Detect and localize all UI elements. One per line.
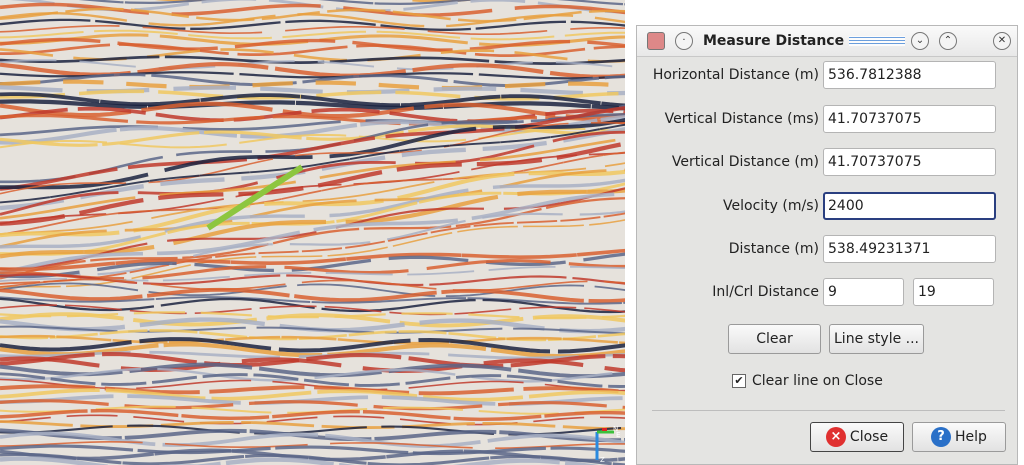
orientation-axes-icon: N E Z bbox=[595, 425, 620, 464]
menu-icon[interactable]: · bbox=[675, 32, 693, 50]
dialog-title: Measure Distance bbox=[703, 33, 845, 49]
close-icon: × bbox=[825, 427, 846, 447]
seismic-section-view[interactable] bbox=[0, 0, 625, 465]
inlcrl-label: Inl/Crl Distance bbox=[712, 284, 819, 300]
title-decoration bbox=[849, 36, 905, 46]
field-row: Horizontal Distance (m) 536.7812388 bbox=[637, 61, 1019, 89]
title-bar[interactable]: · Measure Distance ⌄ ⌃ ✕ bbox=[637, 26, 1017, 57]
distance-m-field[interactable]: 538.49231371 bbox=[823, 235, 996, 263]
measure-distance-dialog: · Measure Distance ⌄ ⌃ ✕ Horizontal Dist… bbox=[636, 25, 1018, 465]
velocity-m-s-field[interactable]: 2400 bbox=[823, 191, 996, 220]
z-label: Z bbox=[600, 456, 605, 464]
close-label: Close bbox=[849, 429, 889, 445]
inlcrl-row: Inl/Crl Distance 9 19 bbox=[637, 278, 1019, 306]
vertical-distance-ms-label: Vertical Distance (ms) bbox=[664, 110, 819, 127]
seismic-reflector bbox=[0, 312, 625, 328]
inl-distance-field[interactable]: 9 bbox=[823, 278, 904, 306]
seismic-reflector bbox=[0, 287, 625, 304]
vertical-distance-ms-field[interactable]: 41.70737075 bbox=[823, 104, 996, 133]
help-label: Help bbox=[955, 429, 987, 445]
line-style-button[interactable]: Line style ... bbox=[829, 324, 924, 354]
field-row: Distance (m) 538.49231371 bbox=[637, 235, 1019, 263]
close-window-icon[interactable]: ✕ bbox=[993, 32, 1011, 50]
checkbox-label: Clear line on Close bbox=[752, 373, 883, 389]
crl-distance-field[interactable]: 19 bbox=[913, 278, 994, 306]
close-button[interactable]: × Close bbox=[810, 422, 904, 452]
clear-button[interactable]: Clear bbox=[728, 324, 821, 354]
horizontal-distance-m-field[interactable]: 536.7812388 bbox=[823, 61, 996, 89]
minimize-icon[interactable]: ⌄ bbox=[911, 32, 929, 50]
app-icon[interactable] bbox=[647, 32, 665, 50]
seismic-reflector bbox=[0, 79, 625, 91]
help-button[interactable]: ? Help bbox=[912, 422, 1006, 452]
horizontal-distance-m-label: Horizontal Distance (m) bbox=[652, 67, 819, 83]
seismic-reflector bbox=[78, 0, 625, 6]
field-row: Vertical Distance (m) 41.70737075 bbox=[637, 148, 1019, 176]
vertical-distance-m-label: Vertical Distance (m) bbox=[671, 154, 819, 170]
east-label: E bbox=[616, 431, 620, 439]
clear-line-checkbox[interactable]: ✔ Clear line on Close bbox=[732, 373, 883, 389]
distance-m-label: Distance (m) bbox=[728, 241, 819, 257]
field-row: Vertical Distance (ms) 41.70737075 bbox=[637, 104, 1019, 133]
divider bbox=[652, 410, 1005, 411]
vertical-distance-m-field[interactable]: 41.70737075 bbox=[823, 148, 996, 176]
maximize-icon[interactable]: ⌃ bbox=[939, 32, 957, 50]
field-row: Velocity (m/s) 2400 bbox=[637, 191, 1019, 220]
checkbox-icon[interactable]: ✔ bbox=[732, 374, 746, 388]
velocity-m-s-label: Velocity (m/s) bbox=[723, 197, 819, 214]
help-icon: ? bbox=[931, 427, 952, 447]
seismic-reflector bbox=[0, 24, 625, 36]
